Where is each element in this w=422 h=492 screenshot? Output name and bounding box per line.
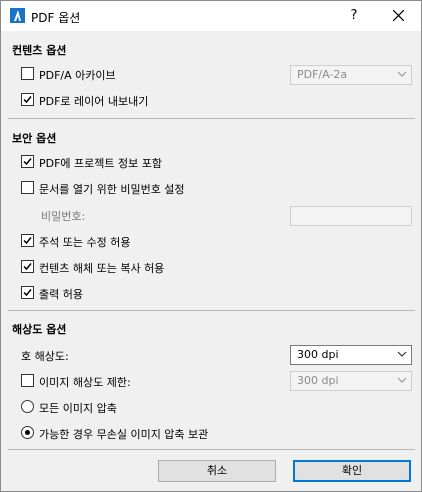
help-button[interactable]: ? <box>339 5 369 27</box>
checkmark-icon <box>23 237 32 245</box>
resolution-options-title: 해상도 옵션 <box>12 323 67 336</box>
limit-resolution-value: 300 dpi <box>297 374 339 387</box>
export-layers-label: PDF로 레이어 내보내기 <box>39 95 149 108</box>
chevron-down-icon <box>397 71 407 77</box>
max-resolution-value: 300 dpi <box>297 348 339 361</box>
limit-resolution-label: 이미지 해상도 제한: <box>39 376 131 389</box>
allow-print-checkbox[interactable] <box>21 286 34 299</box>
content-options-title: 컨텐츠 옵션 <box>12 44 67 57</box>
compress-all-radio[interactable] <box>21 400 34 413</box>
pdf-options-dialog: PDF 옵션 ? 컨텐츠 옵션 PDF/A 아카이브 PDF/A-2a PDF로… <box>0 0 422 492</box>
checkmark-icon <box>23 96 32 104</box>
allow-annotate-checkbox[interactable] <box>21 234 34 247</box>
include-project-info-label: PDF에 프로젝트 정보 포함 <box>39 157 162 170</box>
limit-resolution-select[interactable]: 300 dpi <box>290 371 412 391</box>
cancel-button[interactable]: 취소 <box>158 460 276 482</box>
chevron-down-icon <box>397 377 407 383</box>
checkmark-icon <box>23 289 32 297</box>
allow-print-label: 출력 허용 <box>39 288 83 301</box>
title-bar[interactable]: PDF 옵션 ? <box>1 1 421 31</box>
chevron-down-icon <box>397 351 407 357</box>
radio-selected-dot <box>25 430 30 435</box>
pdfa-version-value: PDF/A-2a <box>297 68 348 81</box>
include-project-info-checkbox[interactable] <box>21 155 34 168</box>
limit-resolution-checkbox[interactable] <box>21 374 34 387</box>
set-password-checkbox[interactable] <box>21 181 34 194</box>
window-title: PDF 옵션 <box>31 11 81 25</box>
pdfa-archive-label: PDF/A 아카이브 <box>39 69 116 82</box>
password-field[interactable] <box>290 206 412 226</box>
checkmark-icon <box>23 263 32 271</box>
security-options-title: 보안 옵션 <box>12 132 57 145</box>
set-password-label: 문서를 열기 위한 비밀번호 설정 <box>39 183 185 196</box>
pdfa-archive-checkbox[interactable] <box>21 67 34 80</box>
lossless-compress-label: 가능한 경우 무손실 이미지 압축 보관 <box>39 428 209 441</box>
lossless-compress-radio[interactable] <box>21 426 34 439</box>
close-button[interactable] <box>383 5 413 27</box>
checkmark-icon <box>23 158 32 166</box>
ok-button[interactable]: 확인 <box>293 460 411 482</box>
pdfa-version-select[interactable]: PDF/A-2a <box>290 65 412 85</box>
app-icon <box>10 8 25 23</box>
export-layers-checkbox[interactable] <box>21 93 34 106</box>
compress-all-label: 모든 이미지 압축 <box>39 402 117 415</box>
max-resolution-select[interactable]: 300 dpi <box>290 345 412 365</box>
close-icon <box>392 9 404 22</box>
allow-extract-label: 컨텐츠 해체 또는 복사 허용 <box>39 262 165 275</box>
password-field-label: 비밀번호: <box>41 210 86 223</box>
section-divider <box>8 310 415 311</box>
section-divider <box>8 118 415 119</box>
section-divider <box>8 449 415 450</box>
max-resolution-label: 호 해상도: <box>21 350 69 363</box>
allow-annotate-label: 주석 또는 수정 허용 <box>39 236 131 249</box>
allow-extract-checkbox[interactable] <box>21 260 34 273</box>
